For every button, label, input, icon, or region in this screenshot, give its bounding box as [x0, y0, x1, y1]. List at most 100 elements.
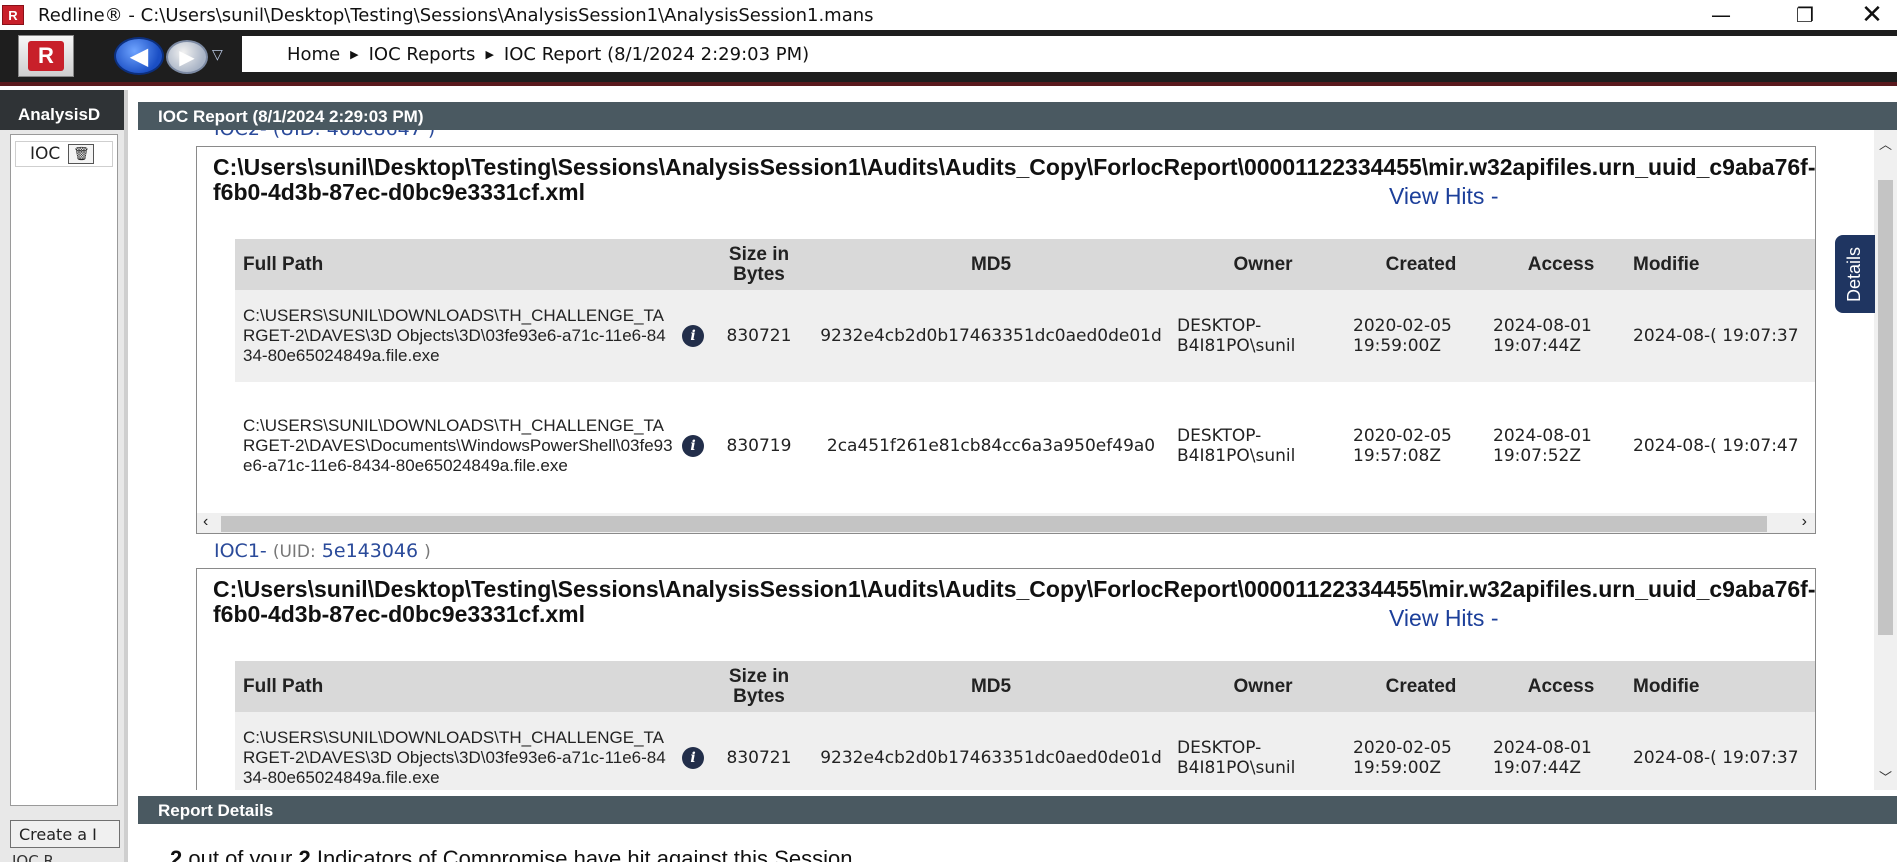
- restore-button[interactable]: ❐: [1763, 0, 1847, 30]
- audit-file-path: C:\Users\sunil\Desktop\Testing\Sessions\…: [213, 154, 1816, 205]
- scroll-down-icon[interactable]: ﹀: [1879, 767, 1892, 786]
- left-pane-header: AnalysisD: [0, 90, 124, 130]
- uid-close: ): [424, 542, 431, 562]
- column-header-modified[interactable]: Modifie: [1631, 661, 1815, 712]
- cell-full-path: C:\USERS\SUNIL\DOWNLOADS\TH_CHALLENGE_TA…: [235, 290, 675, 382]
- navigation-toolbar: R ◀ ▶ ▽ Home ▶ IOC Reports ▶ IOC Report …: [0, 30, 1897, 86]
- column-header-md5[interactable]: MD5: [807, 661, 1175, 712]
- cell-created: 2020-02-05 19:57:08Z: [1353, 426, 1452, 466]
- report-content: IOC2- (UID: 40bc8647 ) C:\Users\sunil\De…: [138, 130, 1874, 790]
- window-controls: — ❐ ✕: [1679, 0, 1897, 30]
- summary-mid: out of your: [188, 846, 293, 862]
- breadcrumb-home[interactable]: Home: [287, 44, 340, 65]
- column-header-created[interactable]: Created: [1351, 239, 1491, 290]
- forward-arrow-icon[interactable]: ▶: [166, 40, 208, 74]
- history-dropdown-icon[interactable]: ▽: [212, 46, 223, 63]
- cell-owner: DESKTOP-B4I81PO\sunil: [1175, 712, 1351, 790]
- ioc-list-item[interactable]: IOC 🗑: [15, 141, 113, 167]
- table-row[interactable]: C:\USERS\SUNIL\DOWNLOADS\TH_CHALLENGE_TA…: [235, 290, 1815, 382]
- minimize-button[interactable]: —: [1679, 0, 1763, 30]
- cell-size: 830719: [726, 436, 792, 456]
- column-header-size[interactable]: Size in Bytes: [711, 661, 807, 712]
- cell-access: 2024-08-01 19:07:44Z: [1491, 290, 1631, 382]
- details-tab-label: Details: [1844, 246, 1865, 302]
- view-hits-link[interactable]: View Hits -: [1389, 183, 1499, 210]
- breadcrumb-separator-icon: ▶: [350, 47, 359, 61]
- scrollbar-thumb[interactable]: [1878, 180, 1893, 635]
- column-header-owner[interactable]: Owner: [1175, 661, 1351, 712]
- info-icon[interactable]: i: [682, 747, 704, 769]
- ioc-list: IOC 🗑: [10, 134, 118, 806]
- cell-size: 830721: [711, 290, 807, 382]
- window-title: Redline® - C:\Users\sunil\Desktop\Testin…: [38, 4, 874, 26]
- cell-owner: DESKTOP-B4I81PO\sunil: [1177, 426, 1296, 466]
- column-header-spacer: [675, 661, 711, 712]
- horizontal-scrollbar[interactable]: ‹ ›: [197, 513, 1815, 533]
- column-header-size[interactable]: Size in Bytes: [711, 239, 807, 290]
- hits-table: Full Path Size in Bytes MD5 Owner Create…: [235, 239, 1815, 510]
- uid-label: (UID:: [272, 542, 316, 562]
- column-header-modified[interactable]: Modifie: [1631, 239, 1815, 290]
- trash-icon[interactable]: 🗑: [68, 144, 95, 164]
- table-header-row: Full Path Size in Bytes MD5 Owner Create…: [235, 239, 1815, 290]
- redline-logo-icon: R: [28, 41, 64, 71]
- cell-created: 2020-02-05 19:59:00Z: [1351, 712, 1491, 790]
- column-header-full-path[interactable]: Full Path: [235, 661, 675, 712]
- breadcrumb-current-report[interactable]: IOC Report (8/1/2024 2:29:03 PM): [504, 44, 809, 65]
- column-header-access[interactable]: Access: [1491, 239, 1631, 290]
- summary-hit-count: 2: [170, 846, 183, 862]
- cell-access: 2024-08-01 19:07:44Z: [1491, 712, 1631, 790]
- table-header-row: Full Path Size in Bytes MD5 Owner Create…: [235, 661, 1815, 712]
- cell-modified: 2024-08-( 19:07:47: [1633, 436, 1799, 456]
- report-title-bar: IOC Report (8/1/2024 2:29:03 PM): [138, 102, 1897, 130]
- column-header-md5[interactable]: MD5: [807, 239, 1175, 290]
- vertical-scrollbar[interactable]: ︿ ﹀: [1874, 130, 1897, 790]
- info-icon[interactable]: i: [682, 435, 704, 457]
- cell-owner: DESKTOP-B4I81PO\sunil: [1175, 290, 1351, 382]
- breadcrumb-ioc-reports[interactable]: IOC Reports: [369, 44, 476, 65]
- cell-md5[interactable]: 9232e4cb2d0b17463351dc0aed0de01d: [807, 712, 1175, 790]
- column-header-spacer: [675, 239, 711, 290]
- cell-full-path: C:\USERS\SUNIL\DOWNLOADS\TH_CHALLENGE_TA…: [243, 416, 673, 475]
- ioc-hit-block: C:\Users\sunil\Desktop\Testing\Sessions\…: [196, 146, 1816, 534]
- audit-file-path: C:\Users\sunil\Desktop\Testing\Sessions\…: [213, 576, 1816, 627]
- redline-home-button[interactable]: R: [18, 35, 74, 77]
- uid-value: 5e143046: [321, 540, 419, 562]
- create-ioc-report-button[interactable]: Create a I: [10, 820, 120, 848]
- analysis-data-pane: AnalysisD IOC 🗑 Create a I IOC R...: [0, 90, 128, 862]
- scrollbar-thumb[interactable]: [221, 516, 1767, 532]
- cell-full-path: C:\USERS\SUNIL\DOWNLOADS\TH_CHALLENGE_TA…: [235, 712, 675, 790]
- view-hits-link[interactable]: View Hits -: [1389, 605, 1499, 632]
- cell-size: 830721: [711, 712, 807, 790]
- cell-access: 2024-08-01 19:07:52Z: [1493, 426, 1592, 466]
- summary-total: 2: [298, 846, 311, 862]
- clipped-ioc2-label: IOC2- (UID: 40bc8647 ): [214, 130, 435, 140]
- close-button[interactable]: ✕: [1847, 0, 1897, 30]
- info-icon[interactable]: i: [682, 325, 704, 347]
- redline-app-icon: R: [2, 5, 24, 25]
- cell-md5[interactable]: 9232e4cb2d0b17463351dc0aed0de01d: [807, 290, 1175, 382]
- table-row[interactable]: C:\USERS\SUNIL\DOWNLOADS\TH_CHALLENGE_TA…: [235, 712, 1815, 790]
- column-header-full-path[interactable]: Full Path: [235, 239, 675, 290]
- ioc-identifier: IOC1- (UID: 5e143046 ): [214, 540, 431, 562]
- column-header-created[interactable]: Created: [1351, 661, 1491, 712]
- column-header-owner[interactable]: Owner: [1175, 239, 1351, 290]
- cell-modified: 2024-08-( 19:07:37: [1631, 712, 1815, 790]
- back-arrow-icon[interactable]: ◀: [114, 37, 164, 75]
- scroll-right-icon[interactable]: ›: [1802, 513, 1807, 531]
- ioc-hit-block: C:\Users\sunil\Desktop\Testing\Sessions\…: [196, 568, 1816, 790]
- scroll-left-icon[interactable]: ‹: [203, 513, 208, 531]
- ioc-item-label: IOC: [30, 144, 61, 164]
- cell-created: 2020-02-05 19:59:00Z: [1351, 290, 1491, 382]
- summary-tail: Indicators of Compromise have hit agains…: [316, 846, 859, 862]
- table-row[interactable]: C:\USERS\SUNIL\DOWNLOADS\TH_CHALLENGE_TA…: [235, 382, 1815, 510]
- breadcrumb: Home ▶ IOC Reports ▶ IOC Report (8/1/202…: [242, 36, 1897, 72]
- cell-md5[interactable]: 2ca451f261e81cb84cc6a3a950ef49a0: [807, 382, 1175, 510]
- details-side-tab[interactable]: Details: [1835, 235, 1875, 313]
- report-details-header: Report Details: [138, 796, 1897, 824]
- hits-table: Full Path Size in Bytes MD5 Owner Create…: [235, 661, 1815, 790]
- scroll-up-icon[interactable]: ︿: [1879, 134, 1892, 153]
- clipped-left-text: IOC R...: [12, 852, 68, 862]
- cell-modified: 2024-08-( 19:07:37: [1631, 290, 1815, 382]
- column-header-access[interactable]: Access: [1491, 661, 1631, 712]
